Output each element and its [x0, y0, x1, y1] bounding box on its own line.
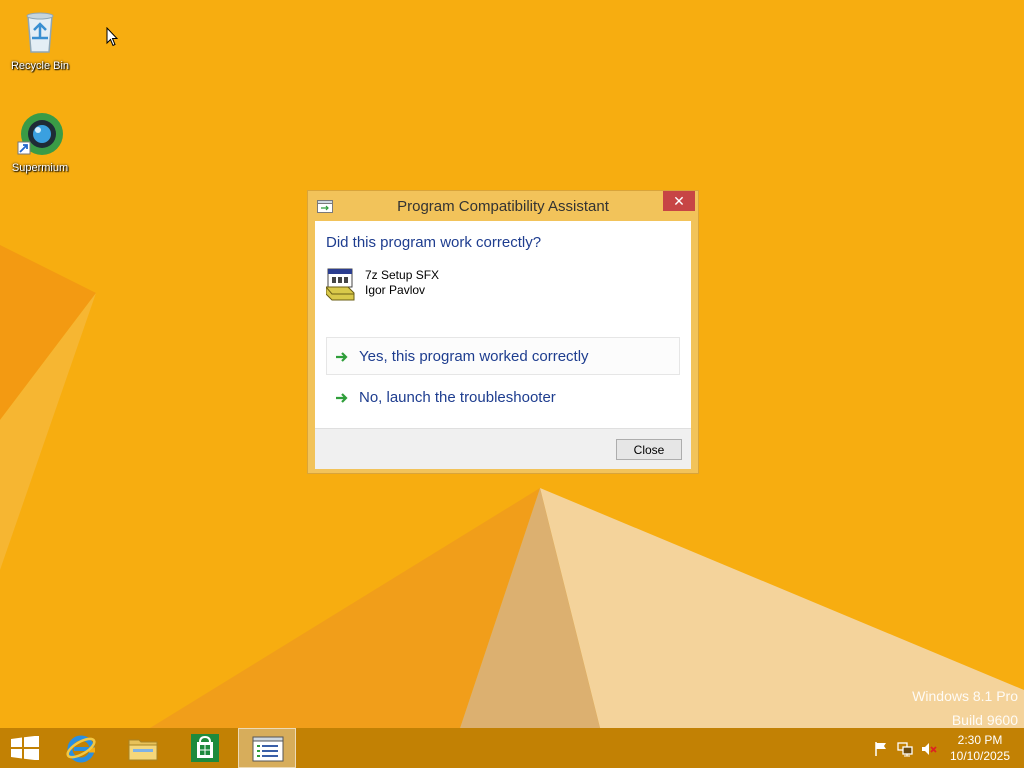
installer-program-icon [326, 268, 355, 301]
store-icon [191, 734, 219, 762]
mouse-pointer-icon [106, 27, 118, 47]
desktop-icon-supermium[interactable]: Supermium [0, 110, 80, 175]
taskbar-internet-explorer[interactable] [52, 728, 110, 768]
dialog-titlebar[interactable]: Program Compatibility Assistant ✕ [308, 191, 698, 221]
action-center-flag-icon[interactable] [873, 741, 889, 757]
start-button[interactable] [0, 728, 50, 768]
internet-explorer-icon [66, 735, 96, 763]
recycle-bin-icon [26, 12, 54, 53]
launch-troubleshooter-option[interactable]: No, launch the troubleshooter [326, 378, 680, 416]
worked-correctly-option[interactable]: Yes, this program worked correctly [326, 337, 680, 375]
desktop-icon-label: Recycle Bin [10, 60, 70, 72]
folder-icon [128, 739, 158, 761]
dialog-footer: Close [315, 428, 691, 469]
option-label: Yes, this program worked correctly [359, 348, 589, 365]
desktop-icon-recycle-bin[interactable]: Recycle Bin [0, 8, 80, 73]
taskbar-file-explorer[interactable] [114, 728, 172, 768]
program-compatibility-dialog: Program Compatibility Assistant ✕ Did th… [307, 190, 699, 474]
taskbar-program-compatibility-assistant[interactable] [238, 728, 296, 768]
network-icon[interactable] [897, 741, 913, 757]
program-name: 7z Setup SFX [365, 268, 440, 282]
option-label: No, launch the troubleshooter [359, 389, 556, 406]
close-button[interactable]: Close [616, 439, 682, 460]
program-publisher: Igor Pavlov [365, 283, 426, 297]
green-arrow-icon [336, 393, 348, 403]
dialog-question: Did this program work correctly? [326, 234, 542, 251]
supermium-browser-icon [17, 113, 63, 155]
green-arrow-icon [336, 352, 348, 362]
windows-logo-icon [11, 736, 39, 760]
windows-version-watermark: Windows 8.1 Pro Build 9600 [912, 684, 1018, 732]
window-list-icon [252, 736, 284, 762]
taskbar-store[interactable] [176, 728, 234, 768]
watermark-edition: Windows 8.1 Pro [912, 688, 1018, 704]
taskbar-clock[interactable]: 2:30 PM 10/10/2025 [944, 732, 1016, 764]
taskbar: 2:30 PM 10/10/2025 [0, 728, 1024, 768]
clock-time: 2:30 PM [957, 733, 1003, 747]
dialog-content: Did this program work correctly? 7z Setu… [315, 221, 691, 469]
clock-date: 10/10/2025 [949, 749, 1011, 763]
close-window-button[interactable]: ✕ [663, 191, 695, 211]
desktop-icon-label: Supermium [11, 162, 69, 174]
volume-muted-icon[interactable] [921, 741, 937, 757]
dialog-title: Program Compatibility Assistant [397, 198, 609, 215]
